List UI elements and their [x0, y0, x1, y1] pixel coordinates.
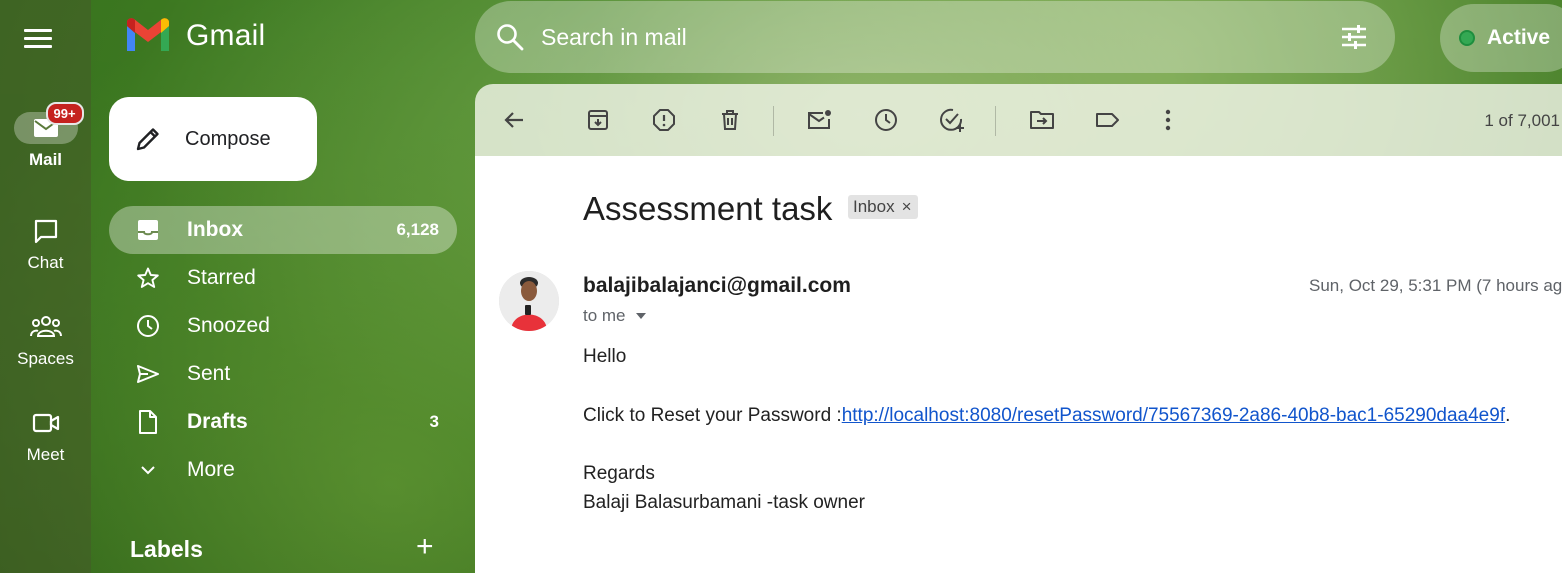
archive-icon: [588, 110, 608, 130]
reset-password-link[interactable]: http://localhost:8080/resetPassword/7556…: [842, 405, 1505, 426]
nav-count-drafts: 3: [429, 412, 439, 431]
gmail-logo-text: Gmail: [186, 19, 266, 52]
rail-item-spaces[interactable]: Spaces: [0, 311, 91, 369]
gmail-logo[interactable]: Gmail: [124, 18, 265, 54]
caret-down-icon: [635, 313, 646, 319]
rail-label-spaces: Spaces: [17, 349, 74, 368]
app-rail: 99+ Mail Chat Spaces Meet: [0, 0, 91, 573]
star-icon: [137, 267, 159, 288]
nav-count-inbox: 6,128: [396, 220, 439, 239]
more-options-button[interactable]: [1146, 98, 1190, 142]
mark-unread-button[interactable]: [798, 98, 842, 142]
reset-prefix: Click to Reset your Password :: [583, 405, 842, 426]
nav-item-drafts[interactable]: Drafts 3: [109, 398, 457, 446]
move-to-folder-icon: [1030, 111, 1054, 129]
video-icon: [32, 413, 59, 433]
draft-icon: [139, 410, 157, 434]
spaces-icon: [29, 316, 62, 337]
back-button[interactable]: [492, 98, 536, 142]
status-selector[interactable]: Active: [1440, 4, 1562, 72]
label-icon: [1096, 113, 1119, 127]
clock-icon: [137, 315, 159, 337]
inbox-icon: [138, 220, 158, 240]
sender-email[interactable]: balajibalajanci@gmail.com: [583, 274, 851, 298]
rail-label-chat: Chat: [27, 253, 64, 272]
nav-item-inbox[interactable]: Inbox 6,128: [109, 206, 457, 254]
rail-label-mail: Mail: [28, 150, 63, 169]
nav-item-starred[interactable]: Starred: [109, 254, 457, 302]
pencil-icon: [136, 128, 159, 151]
add-to-tasks-button[interactable]: [930, 98, 974, 142]
archive-button[interactable]: [576, 98, 620, 142]
unread-badge: 99+: [45, 102, 84, 125]
compose-label: Compose: [185, 127, 271, 150]
search-bar: [475, 1, 1395, 73]
nav-label-starred: Starred: [187, 266, 256, 289]
nav-label-inbox: Inbox: [187, 218, 243, 241]
email-regards: Regards: [583, 463, 655, 484]
message-count: 1 of 7,001: [1484, 111, 1560, 130]
message-toolbar: 1 of 7,001: [475, 84, 1562, 156]
nav-label-more: More: [187, 458, 235, 481]
search-options-icon[interactable]: [1339, 22, 1369, 52]
add-label-button[interactable]: +: [416, 532, 434, 562]
labels-heading: Labels: [130, 536, 203, 562]
arrow-back-icon: [504, 112, 523, 128]
delete-button[interactable]: [708, 98, 752, 142]
folder-nav: Inbox 6,128 Starred Snoozed Sent Drafts …: [109, 206, 457, 494]
toolbar-divider: [773, 106, 774, 136]
email-view: Assessment task Inbox × balajibalajanci@…: [475, 156, 1562, 573]
add-task-icon: [940, 108, 964, 132]
email-date: Sun, Oct 29, 5:31 PM (7 hours ago): [1309, 276, 1562, 295]
rail-item-mail[interactable]: 99+ Mail: [0, 102, 91, 170]
recipient-details-toggle[interactable]: to me: [583, 306, 646, 326]
email-reset-line: Click to Reset your Password :http://loc…: [583, 405, 1510, 427]
report-spam-icon: [653, 109, 675, 131]
nav-item-more[interactable]: More: [109, 446, 457, 494]
main-menu-button[interactable]: [24, 24, 56, 50]
email-signature: Balaji Balasurbamani -task owner: [583, 492, 865, 513]
sender-avatar[interactable]: [499, 271, 559, 331]
search-icon[interactable]: [495, 22, 525, 52]
email-greeting: Hello: [583, 346, 627, 367]
inbox-label-chip: Inbox ×: [848, 195, 918, 219]
rail-item-meet[interactable]: Meet: [0, 407, 91, 465]
snooze-button[interactable]: [864, 98, 908, 142]
search-input[interactable]: [539, 22, 1339, 52]
rail-item-chat[interactable]: Chat: [0, 215, 91, 273]
toolbar-divider: [995, 106, 996, 136]
labels-button[interactable]: [1086, 98, 1130, 142]
email-subject: Assessment task: [583, 190, 833, 227]
status-dot-icon: [1459, 30, 1475, 46]
mark-unread-icon: [808, 110, 831, 129]
person-avatar-icon: [499, 271, 559, 331]
report-spam-button[interactable]: [642, 98, 686, 142]
clock-icon: [875, 109, 897, 131]
nav-label-drafts: Drafts: [187, 410, 248, 433]
compose-button[interactable]: Compose: [109, 97, 317, 181]
nav-label-sent: Sent: [187, 362, 231, 385]
chip-label: Inbox: [853, 197, 895, 216]
chat-icon: [34, 219, 57, 244]
move-to-button[interactable]: [1020, 98, 1064, 142]
trash-icon: [722, 110, 738, 130]
recipient-label: to me: [583, 306, 626, 325]
send-icon: [137, 365, 159, 383]
chevron-down-icon: [141, 466, 155, 475]
remove-label-button[interactable]: ×: [902, 197, 912, 217]
reset-suffix: .: [1505, 405, 1511, 426]
more-vert-icon: [1165, 109, 1171, 131]
gmail-m-icon: [127, 18, 169, 51]
nav-label-snoozed: Snoozed: [187, 314, 270, 337]
status-label: Active: [1487, 26, 1551, 49]
nav-item-snoozed[interactable]: Snoozed: [109, 302, 457, 350]
nav-item-sent[interactable]: Sent: [109, 350, 457, 398]
rail-label-meet: Meet: [26, 445, 65, 464]
